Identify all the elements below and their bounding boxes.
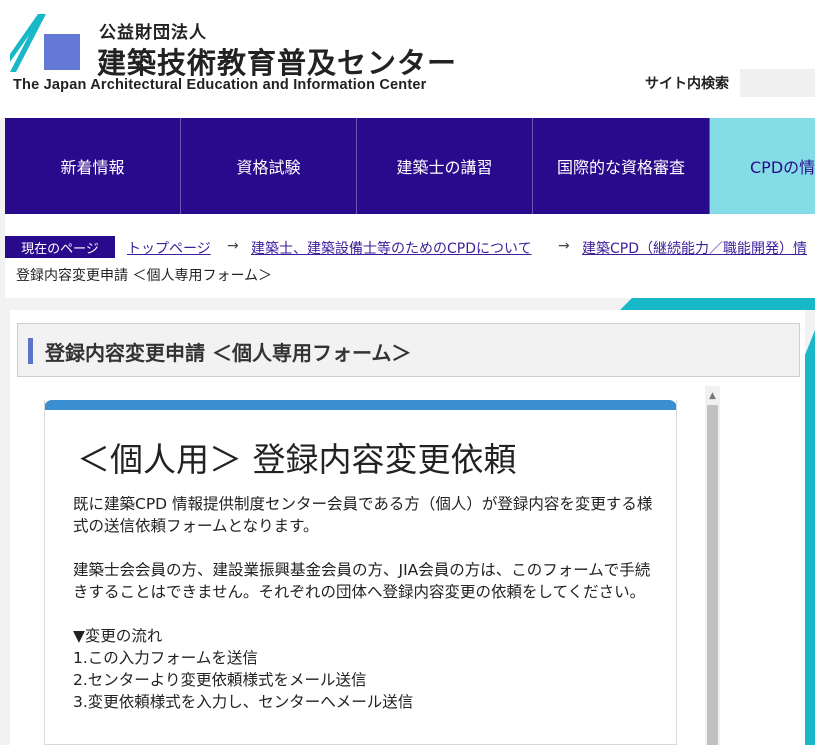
nav-item-exams[interactable]: 資格試験 [181, 118, 357, 214]
form-top-bar [45, 400, 676, 410]
form-description: 既に建築CPD 情報提供制度センター会員である方（個人）が登録内容を変更する様式… [73, 493, 653, 713]
main-nav: 新着情報 資格試験 建築士の講習 国際的な資格審査 CPDの情 [5, 118, 815, 214]
breadcrumb-arrow-icon: → [227, 238, 239, 254]
scroll-thumb[interactable] [707, 405, 718, 745]
search-input[interactable] [740, 69, 815, 97]
breadcrumb-current-page: 登録内容変更申請 ＜個人専用フォーム＞ [16, 268, 273, 284]
form-scrollbar[interactable]: ▲ [705, 386, 720, 745]
flow-title: ▼変更の流れ [73, 627, 163, 645]
nav-item-news[interactable]: 新着情報 [5, 118, 181, 214]
breadcrumb: 現在のページ トップページ → 建築士、建築設備士等のためのCPDについて → … [5, 214, 815, 298]
nav-item-cpd[interactable]: CPDの情 [710, 118, 815, 214]
flow-step: 1.この入力フォームを送信 [73, 649, 258, 667]
form-paragraph: 既に建築CPD 情報提供制度センター会員である方（個人）が登録内容を変更する様式… [73, 495, 653, 535]
scroll-up-icon[interactable]: ▲ [705, 390, 720, 402]
org-name-en: The Japan Architectural Education and In… [13, 77, 427, 93]
flow-step: 3.変更依頼様式を入力し、センターへメール送信 [73, 693, 414, 711]
content-panel: 登録内容変更申請 ＜個人専用フォーム＞ ＜個人用＞ 登録内容変更依頼 既に建築C… [10, 310, 805, 745]
form-heading: ＜個人用＞ 登録内容変更依頼 [77, 440, 517, 479]
change-flow: ▼変更の流れ 1.この入力フォームを送信 2.センターより変更依頼様式をメール送… [73, 625, 653, 713]
form-paragraph: 建築士会会員の方、建設業振興基金会員の方、JIA会員の方は、このフォームで手続き… [73, 561, 651, 601]
breadcrumb-link-top[interactable]: トップページ [127, 238, 211, 258]
nav-item-architect-courses[interactable]: 建築士の講習 [357, 118, 533, 214]
breadcrumb-current-label: 現在のページ [5, 236, 115, 258]
breadcrumb-link-cpd[interactable]: 建築士、建築設備士等のためのCPDについて [251, 238, 532, 258]
site-header: 公益財団法人 建築技術教育普及センター The Japan Architectu… [0, 0, 815, 118]
embedded-form: ＜個人用＞ 登録内容変更依頼 既に建築CPD 情報提供制度センター会員である方（… [44, 400, 677, 745]
title-accent-bar [28, 338, 33, 364]
logo-icon[interactable] [10, 14, 82, 72]
breadcrumb-link-cpd-info[interactable]: 建築CPD（継続能力／職能開発）情 [582, 238, 807, 258]
flow-step: 2.センターより変更依頼様式をメール送信 [73, 671, 367, 689]
org-name: 建築技術教育普及センター [97, 46, 458, 80]
page-title: 登録内容変更申請 ＜個人専用フォーム＞ [45, 341, 412, 365]
search-label: サイト内検索 [645, 76, 729, 92]
page-title-box: 登録内容変更申請 ＜個人専用フォーム＞ [17, 323, 800, 377]
nav-item-international-review[interactable]: 国際的な資格審査 [533, 118, 710, 214]
breadcrumb-arrow-icon: → [558, 238, 570, 254]
